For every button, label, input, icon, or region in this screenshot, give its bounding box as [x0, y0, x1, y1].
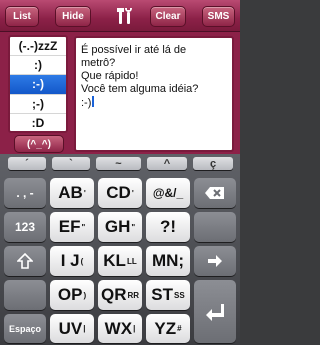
key-uv-label: UV: [58, 318, 83, 338]
emoticon-item[interactable]: (-.-)zzZ: [10, 37, 66, 57]
key-st[interactable]: ST SS: [146, 280, 190, 310]
editor-line: É possível ir até lá de: [81, 44, 187, 56]
accent-tilde-key[interactable]: ~: [96, 157, 141, 170]
key-ij-label: I J: [60, 251, 80, 270]
return-icon[interactable]: [194, 280, 236, 343]
key-cd-sup: ': [131, 188, 134, 198]
key-wx-sup: |: [133, 324, 136, 333]
editor-last-text: :-): [81, 97, 92, 109]
key-ab-label: AB: [58, 183, 83, 202]
key-ab-sup: ': [83, 188, 86, 198]
top-toolbar: List Hide Clear SMS: [0, 0, 240, 32]
key-ef-label: EF: [58, 217, 81, 236]
key-wx[interactable]: WX |: [98, 314, 142, 343]
key-wx-label: WX: [104, 318, 133, 338]
backspace-icon[interactable]: [194, 178, 236, 208]
editor-line: Você tem alguma idéia?: [81, 83, 199, 95]
emoticon-item[interactable]: :): [10, 56, 66, 76]
punctuation-key[interactable]: . , -: [4, 178, 46, 208]
key-yz-sup: #: [177, 324, 182, 333]
key-symbols[interactable]: @&/_: [146, 178, 190, 208]
key-qr-sup: RR: [127, 290, 140, 300]
hide-button[interactable]: Hide: [55, 6, 91, 27]
blank-key[interactable]: [194, 212, 236, 242]
space-key[interactable]: Espaço: [4, 314, 46, 343]
key-kl-label: KL: [103, 251, 126, 270]
key-kl[interactable]: KL LL: [98, 246, 142, 276]
emoticon-insert-button[interactable]: (^_^): [14, 135, 64, 153]
key-gh[interactable]: GH ": [98, 212, 142, 242]
key-question-exclaim[interactable]: ?!: [146, 212, 190, 242]
key-kl-sup: LL: [126, 256, 137, 266]
editor-line: metrô?: [81, 57, 116, 69]
wrench-screwdriver-icon[interactable]: [115, 4, 135, 28]
sms-button[interactable]: SMS: [202, 6, 235, 27]
key-mn[interactable]: MN;: [146, 246, 190, 276]
key-op[interactable]: OP): [50, 280, 94, 310]
key-uv[interactable]: UV |: [50, 314, 94, 343]
key-st-label: ST: [151, 285, 174, 304]
emoticon-item[interactable]: :D: [10, 114, 66, 131]
message-editor[interactable]: É possível ir até lá de metrô? Que rápid…: [74, 36, 234, 152]
key-ij-sup: (: [80, 256, 84, 266]
numbers-key[interactable]: 123: [4, 212, 46, 242]
key-ab[interactable]: AB ': [50, 178, 94, 208]
key-ef-sup: ": [81, 222, 86, 232]
editor-line-last: :-): [81, 96, 227, 110]
accent-circumflex-key[interactable]: ^: [147, 157, 187, 170]
key-yz-label: YZ: [154, 318, 177, 338]
key-yz[interactable]: YZ #: [146, 314, 190, 343]
key-op-sup: ): [83, 290, 87, 300]
accent-acute-key[interactable]: ´: [8, 157, 46, 170]
key-cd[interactable]: CD ': [98, 178, 142, 208]
key-op-label: OP: [57, 285, 83, 304]
key-ij[interactable]: I J(: [50, 246, 94, 276]
shift-up-arrow-icon[interactable]: [4, 246, 46, 276]
key-uv-sup: |: [83, 324, 86, 333]
right-arrow-icon[interactable]: [194, 246, 236, 276]
accent-grave-key[interactable]: `: [52, 157, 90, 170]
list-button[interactable]: List: [5, 6, 39, 27]
key-qr[interactable]: QR RR: [98, 280, 142, 310]
key-st-sup: SS: [174, 290, 185, 300]
keyboard: ´ ` ~ ^ ç . , - AB ' CD ' @&/_ 123 EF " GH "…: [0, 154, 240, 345]
key-gh-sup: ": [131, 222, 136, 232]
emoticon-list[interactable]: (-.-)zzZ :) :-) ;-) :D: [8, 35, 68, 133]
text-caret: [92, 96, 94, 107]
key-gh-label: GH: [104, 217, 131, 236]
key-cd-label: CD: [106, 183, 131, 202]
blank-left-key[interactable]: [4, 280, 46, 310]
clear-button[interactable]: Clear: [150, 6, 186, 27]
key-ef[interactable]: EF ": [50, 212, 94, 242]
emoticon-item[interactable]: ;-): [10, 95, 66, 114]
emoticon-item-selected[interactable]: :-): [10, 75, 66, 95]
cedilla-key[interactable]: ç: [193, 157, 233, 170]
key-qr-label: QR: [100, 285, 127, 304]
editor-line: Que rápido!: [81, 70, 139, 82]
